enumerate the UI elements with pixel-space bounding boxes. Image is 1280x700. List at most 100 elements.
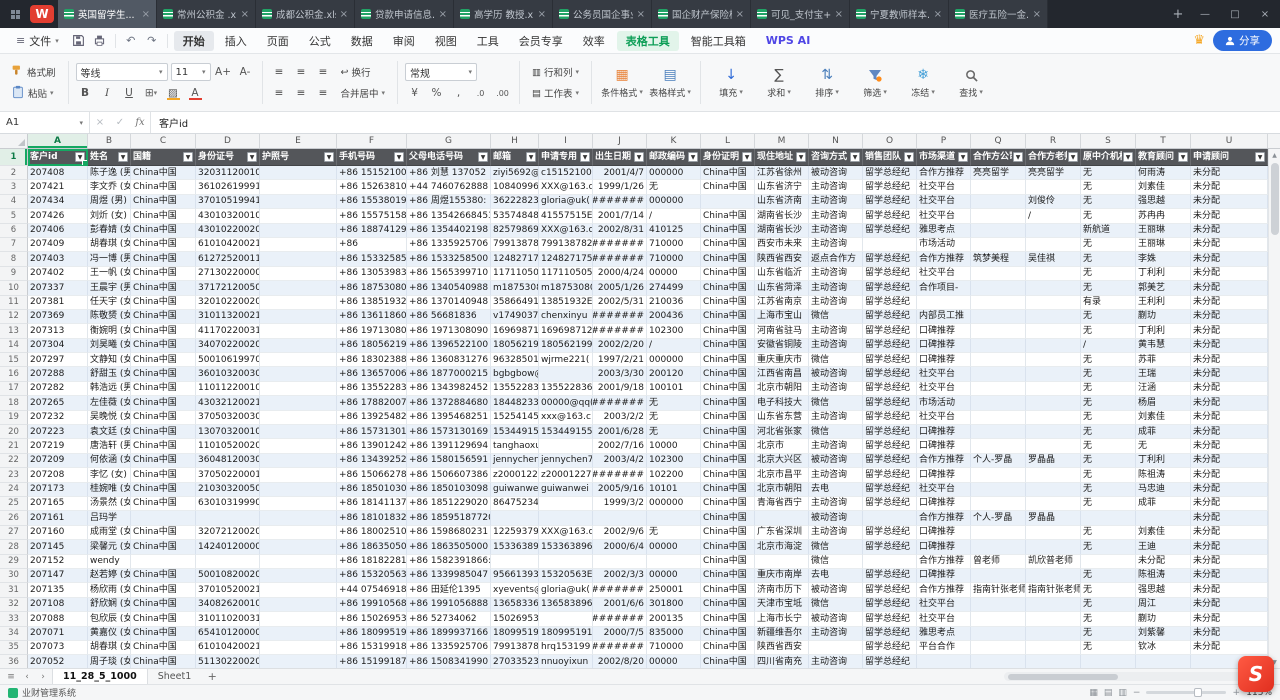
cell[interactable]: nnuoyixun xyxy=(539,655,593,668)
filter-dropdown-icon[interactable]: ▼ xyxy=(958,152,968,162)
cell[interactable]: 河北省张家 xyxy=(755,425,809,439)
cell[interactable]: 社交平台 xyxy=(917,411,971,425)
cell[interactable]: 207426 xyxy=(28,209,88,223)
cell[interactable]: +86 1565399710 xyxy=(407,267,491,281)
column-header-I[interactable]: I xyxy=(539,134,593,148)
cell[interactable]: 无 xyxy=(1081,497,1136,511)
cell[interactable]: 李忆 (女) xyxy=(88,468,131,482)
cell[interactable]: 留学总经纪 xyxy=(863,627,917,641)
cell[interactable]: +86 1343982452 xyxy=(407,382,491,396)
cell[interactable] xyxy=(260,310,337,324)
cell[interactable] xyxy=(1081,655,1136,668)
cell[interactable]: China中国 xyxy=(131,209,196,223)
fill-color-button[interactable]: ▨ xyxy=(164,84,183,102)
cell[interactable] xyxy=(1026,411,1081,425)
cell[interactable] xyxy=(260,655,337,668)
header-cell[interactable]: 咨询方式▼ xyxy=(809,149,863,166)
cell[interactable]: 207208 xyxy=(28,468,88,482)
row-header-9[interactable]: 9 xyxy=(0,267,28,281)
cell[interactable]: 赵若婷 (女 xyxy=(88,569,131,583)
cell[interactable]: 市场活动 xyxy=(917,238,971,252)
cell[interactable] xyxy=(1026,598,1081,612)
row-header-15[interactable]: 15 xyxy=(0,353,28,367)
cell[interactable]: China中国 xyxy=(701,367,755,381)
cell[interactable]: 王丽琳 xyxy=(1136,224,1191,238)
cell[interactable]: China中国 xyxy=(701,612,755,626)
align-top-button[interactable]: ≡ xyxy=(270,63,289,81)
filter-dropdown-icon[interactable]: ▼ xyxy=(324,152,334,162)
fill-button[interactable]: ↓填充▾ xyxy=(708,58,754,107)
cell[interactable]: 未分配 xyxy=(1191,540,1268,554)
cell[interactable]: 陈子逸 (男 xyxy=(88,166,131,180)
close-tab-icon[interactable]: × xyxy=(340,9,348,20)
cell[interactable]: 207219 xyxy=(28,439,88,453)
cell[interactable]: China中国 xyxy=(701,310,755,324)
header-cell[interactable]: 邮政编码▼ xyxy=(647,149,701,166)
cell[interactable] xyxy=(917,655,971,668)
cell[interactable]: 320721200209060081 xyxy=(196,526,260,540)
header-cell[interactable]: 姓名▼ xyxy=(88,149,131,166)
cell[interactable]: XXX@163.c xyxy=(539,526,593,540)
cell[interactable]: 371721200501264452 xyxy=(196,281,260,295)
external-app-chip[interactable]: 业财管理系统 xyxy=(8,686,76,699)
cell[interactable]: +86 19910568 xyxy=(337,598,407,612)
cell[interactable] xyxy=(1026,483,1081,497)
cell[interactable]: 未分配 xyxy=(1191,439,1268,453)
cell[interactable]: ######## xyxy=(593,324,647,338)
cell[interactable] xyxy=(971,353,1026,367)
cell[interactable]: 无 xyxy=(1081,641,1136,655)
cell[interactable]: China中国 xyxy=(701,296,755,310)
cell[interactable]: 社交平台 xyxy=(917,367,971,381)
cell[interactable]: 612725200110100019 xyxy=(196,252,260,266)
cell[interactable]: China中国 xyxy=(131,281,196,295)
cell[interactable]: China中国 xyxy=(701,540,755,554)
document-tab[interactable]: 国企财产保险样本...× xyxy=(652,0,751,28)
cell[interactable] xyxy=(260,483,337,497)
cell[interactable] xyxy=(260,267,337,281)
cell[interactable]: 吴佳祺 xyxy=(1026,252,1081,266)
cell[interactable]: 2002/8/31 xyxy=(593,224,647,238)
header-cell[interactable]: 护照号▼ xyxy=(260,149,337,166)
formula-input[interactable]: 客户id xyxy=(150,112,1280,133)
cell[interactable]: +86 1877000215 xyxy=(407,367,491,381)
cell[interactable]: 410125 xyxy=(647,224,701,238)
cell[interactable]: 留学总经纪 xyxy=(863,195,917,209)
cell[interactable]: 207406 xyxy=(28,224,88,238)
cell[interactable]: 13851932E xyxy=(539,296,593,310)
wrap-text-button[interactable]: ↩ 换行 xyxy=(336,63,376,81)
cell[interactable]: 社交平台 xyxy=(917,209,971,223)
tab-smart-toolbox[interactable]: 智能工具箱 xyxy=(682,31,755,51)
cell[interactable]: 360481200304020026 xyxy=(196,454,260,468)
cell[interactable]: +86 13925482 xyxy=(337,411,407,425)
cell[interactable]: China中国 xyxy=(131,411,196,425)
cell[interactable]: 207421 xyxy=(28,180,88,194)
cell[interactable] xyxy=(1136,511,1191,525)
cell[interactable]: 未分配 xyxy=(1191,511,1268,525)
cell[interactable]: 710000 xyxy=(647,641,701,655)
cell[interactable]: 无 xyxy=(1081,612,1136,626)
cell[interactable]: 丁利利 xyxy=(1136,324,1191,338)
cell[interactable]: China中国 xyxy=(131,252,196,266)
cell[interactable]: 个人-罗晶 xyxy=(971,454,1026,468)
cell[interactable]: 32010220020531242X xyxy=(196,296,260,310)
cell[interactable]: 何雨涛 xyxy=(1136,166,1191,180)
cell[interactable]: 山东省东营 xyxy=(755,411,809,425)
cell[interactable]: 刘炘 (女) xyxy=(88,209,131,223)
cell[interactable]: 207160 xyxy=(28,526,88,540)
cell[interactable]: 合作方推荐 xyxy=(917,583,971,597)
cell[interactable]: 舒甜玉 (女 xyxy=(88,367,131,381)
cell[interactable]: 杨眉 xyxy=(1136,396,1191,410)
cell[interactable]: 无 xyxy=(647,396,701,410)
cell[interactable]: 留学总经纪 xyxy=(863,166,917,180)
document-tab[interactable]: 英国留学生...× xyxy=(58,0,157,28)
cell[interactable]: 153449155 xyxy=(539,425,593,439)
cell[interactable]: tanghaoxu xyxy=(491,439,539,453)
column-header-M[interactable]: M xyxy=(755,134,809,148)
cell[interactable]: China中国 xyxy=(701,209,755,223)
cell[interactable]: 207408 xyxy=(28,166,88,180)
cell[interactable]: 15320563E xyxy=(539,569,593,583)
table-style-button[interactable]: ▤表格样式▾ xyxy=(647,58,693,107)
row-header-22[interactable]: 22 xyxy=(0,454,28,468)
filter-dropdown-icon[interactable]: ▼ xyxy=(1068,152,1078,162)
row-header-17[interactable]: 17 xyxy=(0,382,28,396)
